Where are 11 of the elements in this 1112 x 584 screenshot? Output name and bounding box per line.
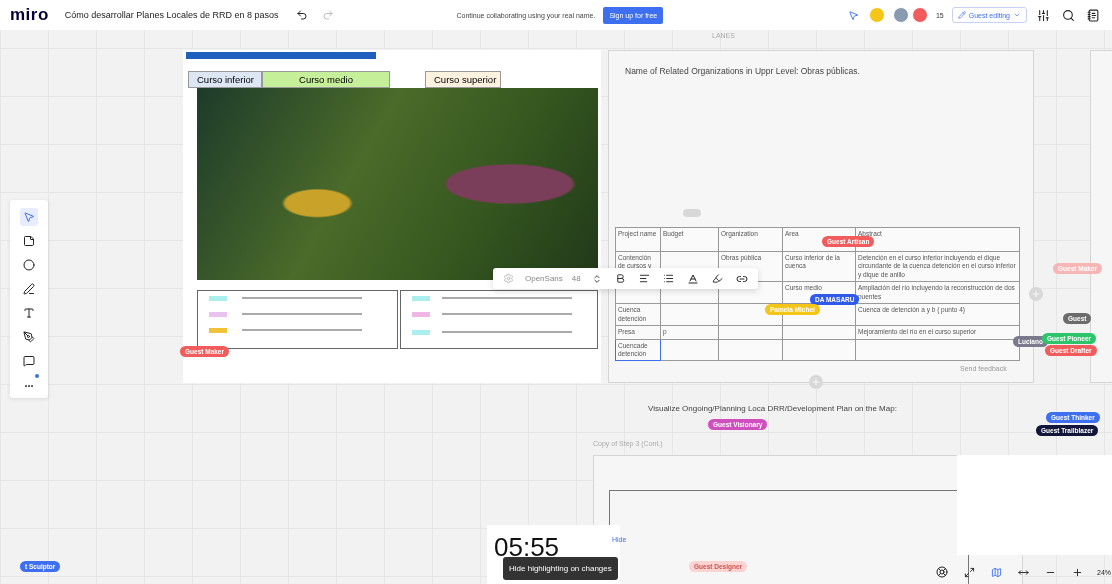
more-tools-button[interactable]: ...: [21, 376, 37, 390]
course-label: Curso medio: [262, 71, 390, 88]
frame-text: Name of Related Organizations in Uppr Level: Obras públicas.: [625, 66, 860, 76]
course-label: Curso inferior: [188, 71, 262, 88]
font-select[interactable]: OpenSans: [525, 274, 563, 283]
logo[interactable]: miro: [10, 5, 49, 25]
font-size-field[interactable]: 48: [571, 274, 581, 283]
map-caption: Visualize Ongoing/Planning Loca DRR/Development Plan on the Map:: [648, 404, 897, 413]
board-title[interactable]: Cómo desarrollar Planes Locales de RRD en 8 pasos: [58, 7, 285, 23]
tooltip: Hide highlighting on changes: [503, 557, 618, 580]
course-label: Curso superior: [425, 71, 501, 88]
